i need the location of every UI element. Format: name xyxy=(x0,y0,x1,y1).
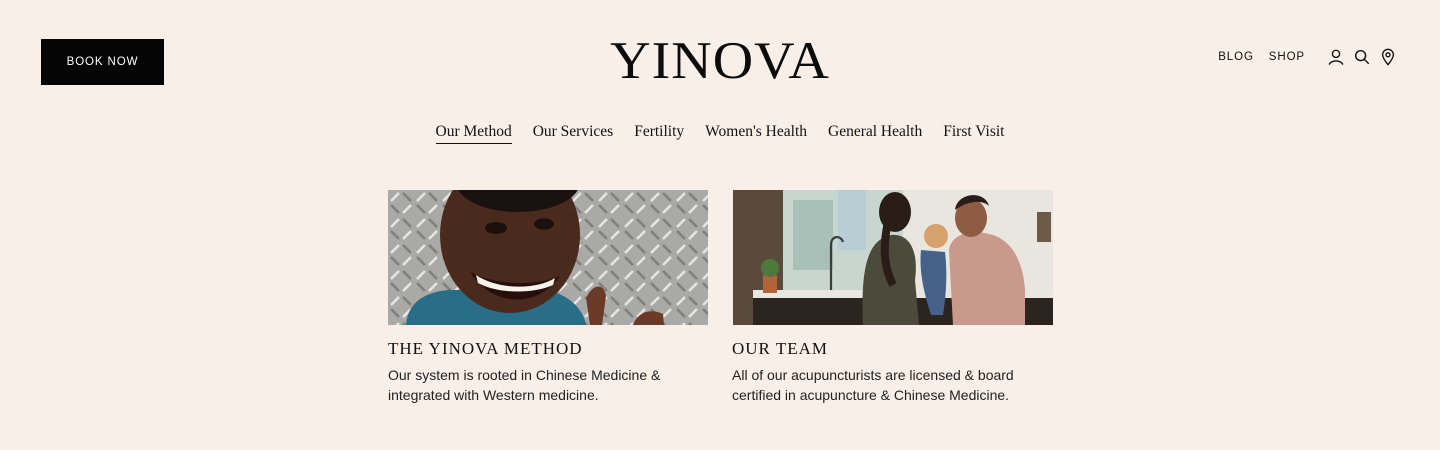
shop-link[interactable]: SHOP xyxy=(1269,51,1305,63)
blog-link[interactable]: BLOG xyxy=(1218,51,1254,63)
nav-our-method[interactable]: Our Method xyxy=(435,123,512,144)
team-card: OUR TEAM All of our acupuncturists are l… xyxy=(732,190,1054,405)
search-icon[interactable] xyxy=(1352,47,1372,67)
card-description: Our system is rooted in Chinese Medicine… xyxy=(388,367,661,403)
card-title[interactable]: OUR TEAM xyxy=(732,339,1054,359)
method-card: THE YINOVA METHOD Our system is rooted i… xyxy=(388,190,710,405)
account-icon[interactable] xyxy=(1326,47,1346,67)
location-pin-icon[interactable] xyxy=(1378,47,1398,67)
yinova-logo[interactable]: YINOVA xyxy=(560,28,880,94)
main-nav: Our Method Our Services Fertility Women'… xyxy=(0,123,1440,144)
book-now-button[interactable]: BOOK NOW xyxy=(41,39,164,85)
utility-nav: BLOG SHOP xyxy=(1218,44,1398,70)
card-title[interactable]: THE YINOVA METHOD xyxy=(388,339,710,359)
nav-our-services[interactable]: Our Services xyxy=(533,123,614,144)
nav-first-visit[interactable]: First Visit xyxy=(943,123,1004,144)
nav-general-health[interactable]: General Health xyxy=(828,123,922,144)
smiling-woman-photo[interactable] xyxy=(388,190,708,325)
nav-fertility[interactable]: Fertility xyxy=(634,123,684,144)
card-description: All of our acupuncturists are licensed &… xyxy=(732,367,1014,403)
family-kitchen-photo[interactable] xyxy=(733,190,1053,325)
nav-womens-health[interactable]: Women's Health xyxy=(705,123,807,144)
